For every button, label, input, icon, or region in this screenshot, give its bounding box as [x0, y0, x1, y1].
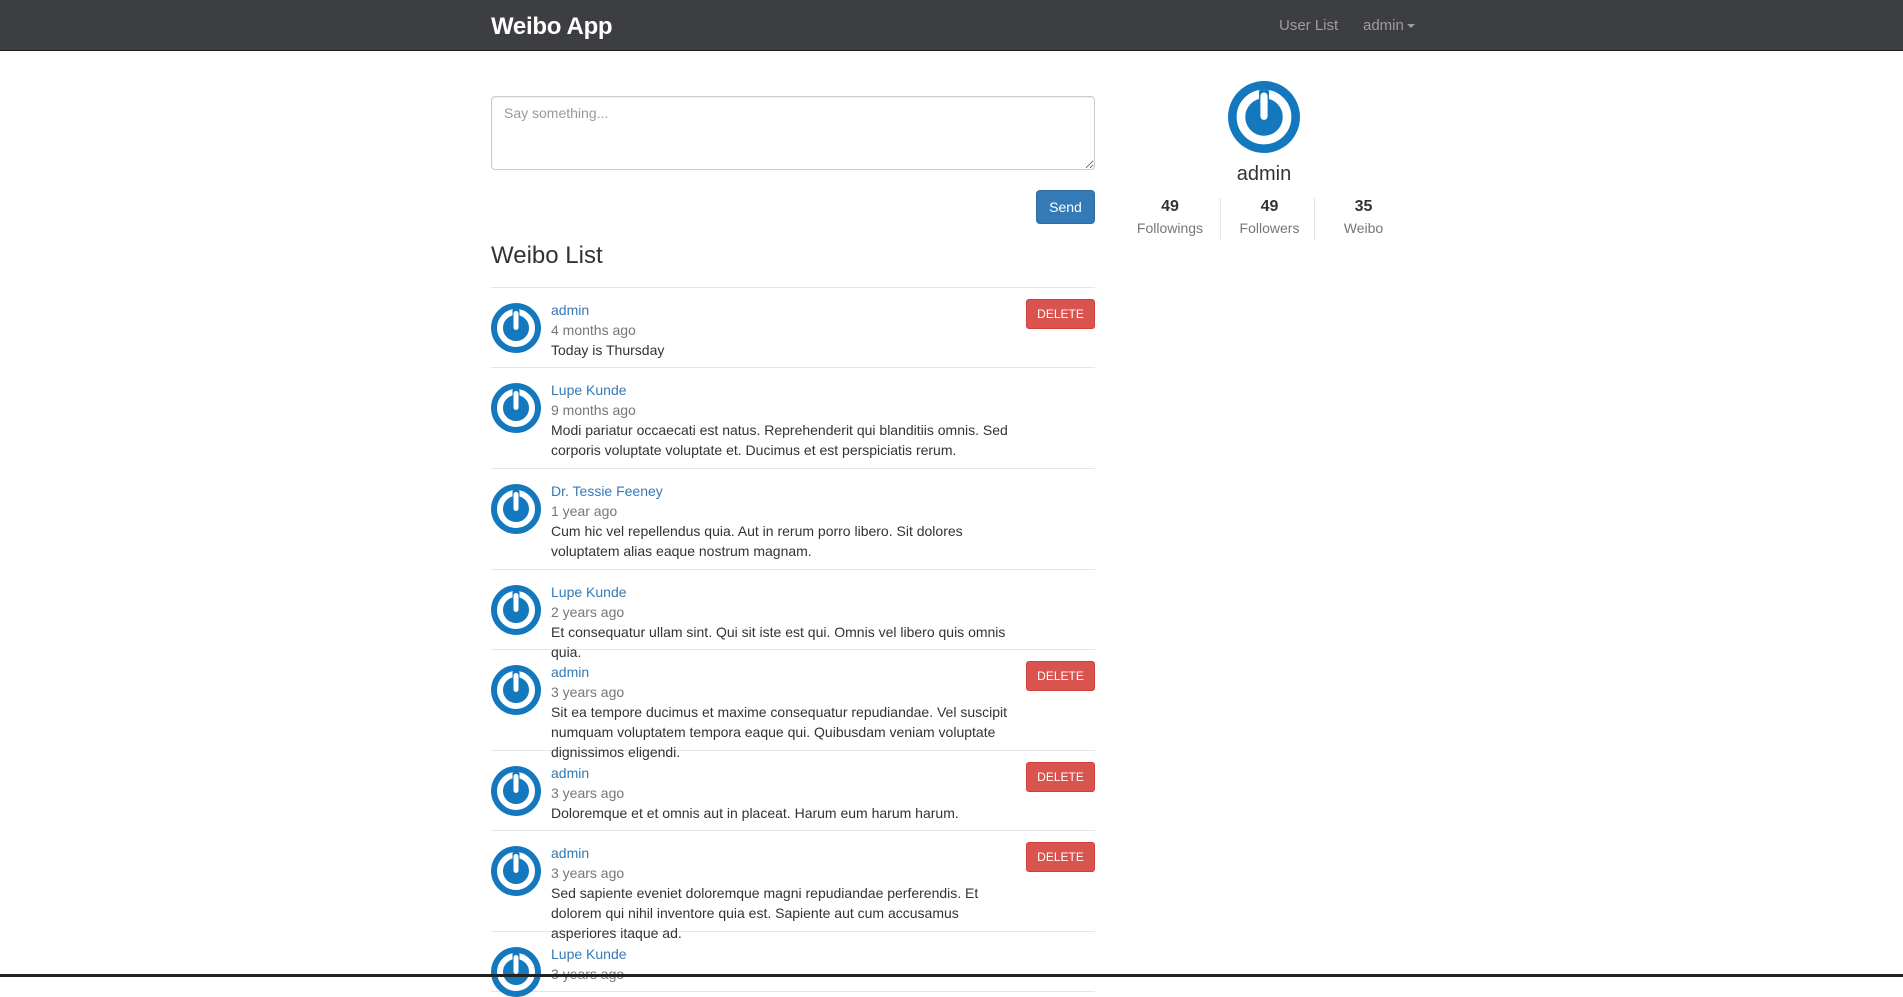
weibo-list-title: Weibo List — [491, 242, 603, 269]
brand-logo[interactable]: Weibo App — [491, 13, 613, 41]
power-avatar-icon[interactable] — [491, 766, 541, 816]
delete-button[interactable]: DELETE — [1026, 661, 1095, 691]
send-button[interactable]: Send — [1036, 190, 1095, 224]
power-avatar-icon[interactable] — [491, 846, 541, 896]
nav-user-list[interactable]: User List — [1279, 17, 1338, 34]
stat-followings[interactable]: 49 Followings — [1120, 195, 1220, 243]
stat-weibo-label: Weibo — [1343, 220, 1384, 236]
weibo-author-link[interactable]: admin — [551, 843, 1025, 863]
weibo-timestamp: 3 years ago — [551, 865, 625, 881]
compose-textarea[interactable] — [491, 96, 1095, 170]
weibo-timestamp: 3 years ago — [551, 785, 625, 801]
weibo-author-link[interactable]: admin — [551, 763, 1025, 783]
weibo-item: admin 4 months ago Today is Thursday DELETE — [491, 288, 1095, 368]
weibo-timestamp: 1 year ago — [551, 503, 618, 519]
stat-followings-label: Followings — [1136, 220, 1204, 236]
caret-down-icon — [1406, 24, 1415, 29]
weibo-author-link[interactable]: Lupe Kunde — [551, 582, 1025, 602]
user-menu-label: admin — [1363, 17, 1404, 34]
stat-weibo[interactable]: 35 Weibo — [1315, 195, 1412, 243]
delete-button[interactable]: DELETE — [1026, 299, 1095, 329]
weibo-item: admin 3 years ago Sed sapiente eveniet dol… — [491, 831, 1095, 941]
weibo-content: Doloremque et et omnis aut in placeat. H… — [551, 805, 959, 821]
weibo-author-link[interactable]: Lupe Kunde — [551, 944, 1025, 964]
delete-button[interactable]: DELETE — [1026, 762, 1095, 792]
power-avatar-icon[interactable] — [491, 484, 541, 534]
profile-username[interactable]: admin — [1164, 163, 1364, 186]
weibo-author-link[interactable]: Dr. Tessie Feeney — [551, 481, 1025, 501]
stat-weibo-count: 35 — [1354, 198, 1373, 215]
weibo-item: Lupe Kunde 2 years ago Et consequatur ulla… — [491, 570, 1095, 660]
weibo-author-link[interactable]: Lupe Kunde — [551, 380, 1025, 400]
user-menu-dropdown[interactable]: admin — [1363, 17, 1415, 34]
stat-followers-label: Followers — [1239, 220, 1300, 236]
power-avatar-icon[interactable] — [491, 303, 541, 353]
power-avatar-icon[interactable] — [491, 383, 541, 433]
delete-button[interactable]: DELETE — [1026, 842, 1095, 872]
weibo-timestamp: 2 years ago — [551, 604, 625, 620]
stat-followings-count: 49 — [1161, 198, 1179, 215]
weibo-author-link[interactable]: admin — [551, 300, 1025, 320]
power-avatar-icon[interactable] — [491, 585, 541, 635]
weibo-item: admin 3 years ago Doloremque et et omnis a… — [491, 751, 1095, 831]
weibo-timestamp: 4 months ago — [551, 322, 636, 338]
weibo-content: Today is Thursday — [551, 342, 665, 358]
weibo-timestamp: 3 years ago — [551, 684, 625, 700]
power-avatar-icon[interactable] — [491, 947, 541, 997]
weibo-item: Lupe Kunde3 years ago — [491, 932, 1095, 997]
weibo-content: Modi pariatur occaecati est natus. Repre… — [551, 422, 1008, 458]
weibo-author-link[interactable]: admin — [551, 662, 1025, 682]
top-navbar: Weibo App User List admin — [0, 0, 1903, 51]
weibo-item: Lupe Kunde 9 months ago Modi pariatur occa… — [491, 368, 1095, 469]
weibo-item: admin 3 years ago Sit ea tempore ducimus e… — [491, 650, 1095, 760]
profile-stats: 49 Followings 49 Followers 35 Weibo — [1120, 195, 1410, 243]
weibo-list: admin 4 months ago Today is Thursday DELETE… — [491, 287, 1095, 997]
stat-followers[interactable]: 49 Followers — [1221, 195, 1318, 243]
power-avatar-icon[interactable] — [491, 665, 541, 715]
weibo-content: Cum hic vel repellendus quia. Aut in rer… — [551, 523, 963, 559]
weibo-item: Dr. Tessie Feeney 1 year ago Cum hic vel r… — [491, 469, 1095, 570]
weibo-timestamp: 9 months ago — [551, 402, 636, 418]
profile-avatar[interactable] — [1228, 81, 1300, 153]
stat-followers-count: 49 — [1260, 198, 1279, 215]
